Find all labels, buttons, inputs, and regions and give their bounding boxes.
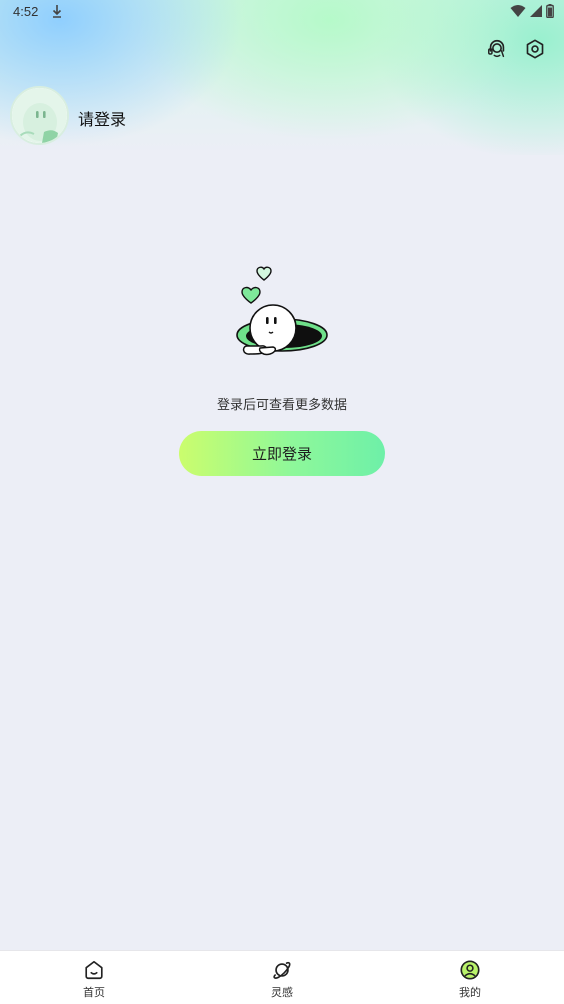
nav-item-profile[interactable]: 我的 [430, 959, 510, 1000]
heart-large-icon [241, 286, 261, 304]
status-icons [510, 4, 554, 18]
nav-item-home[interactable]: 首页 [54, 959, 134, 1000]
profile-icon [460, 960, 480, 980]
login-hint-text: 登录后可查看更多数据 [216, 398, 347, 413]
empty-state-illustration [236, 266, 328, 356]
signal-icon [530, 5, 542, 17]
login-button[interactable]: 立即登录 [179, 431, 385, 476]
battery-icon [546, 4, 554, 18]
planet-icon [273, 961, 291, 979]
settings-icon[interactable] [524, 38, 546, 60]
login-prompt[interactable]: 请登录 [78, 106, 126, 130]
download-icon [52, 5, 62, 18]
customer-service-icon[interactable] [486, 38, 508, 60]
avatar[interactable] [10, 86, 69, 145]
default-avatar-icon [12, 88, 67, 143]
nav-label-inspiration: 灵感 [271, 986, 293, 999]
home-icon [85, 960, 103, 980]
header-actions [486, 38, 546, 60]
nav-label-home: 首页 [83, 986, 105, 999]
nav-item-inspiration[interactable]: 灵感 [242, 959, 322, 1000]
bottom-navigation: 首页 灵感 我的 [0, 950, 564, 1004]
status-bar: 4:52 [0, 0, 564, 24]
status-time: 4:52 [13, 4, 39, 19]
heart-small-icon [256, 266, 272, 281]
nav-label-profile: 我的 [459, 986, 481, 999]
wifi-icon [510, 5, 526, 17]
